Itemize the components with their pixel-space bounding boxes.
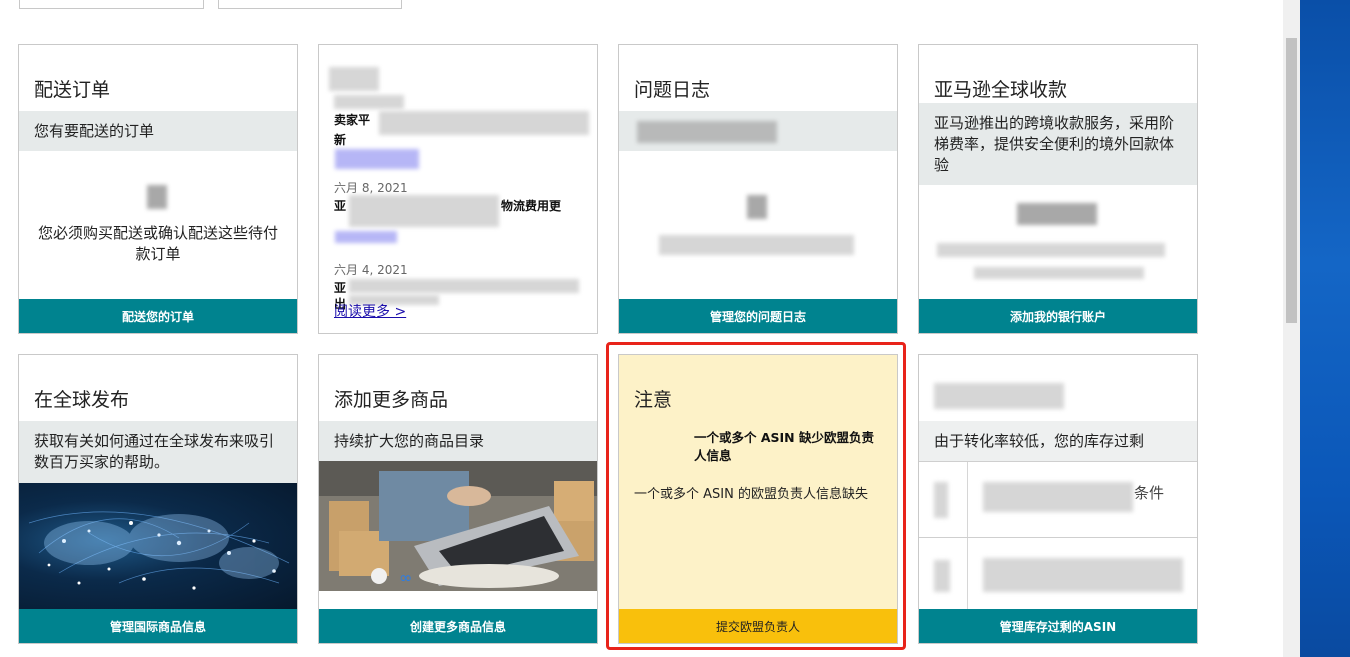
asin-thumbnail-blurred [934,560,950,592]
news-item-2-title-tail[interactable]: 物流费用更 [501,197,561,214]
issue-log-subtitle-blurred [637,121,777,143]
global-payment-card: 亚马逊全球收款 亚马逊推出的跨境收款服务，采用阶梯费率，提供安全便利的境外回款体… [918,44,1198,334]
asin-name-blurred [983,482,1133,512]
ship-orders-button[interactable]: 配送您的订单 [19,299,297,333]
issue-log-card: 问题日志 管理您的问题日志 [618,44,898,334]
card-title: 配送订单 [34,79,111,101]
create-more-listings-button[interactable]: 创建更多商品信息 [319,609,597,643]
issue-count-blurred [747,195,767,219]
news-item-1-title[interactable]: 卖家平 [334,111,370,128]
card-subtitle: 持续扩大您的商品目录 [319,421,597,461]
desktop-background [1300,0,1350,657]
manage-issue-log-button[interactable]: 管理您的问题日志 [619,299,897,333]
card-subtitle-band [619,111,897,151]
news-item-3-blurred [349,279,579,293]
order-count [147,185,167,209]
seller-laptop-graphic [319,461,597,591]
news-card: 卖家平 新 六月 8, 2021 亚 物流费用更 六月 4, 2021 亚 出 … [318,44,598,334]
news-item-2-link[interactable] [335,231,397,243]
news-item-2-blurred [349,195,499,227]
news-item-2-date: 六月 8, 2021 [334,181,408,195]
excess-inventory-title-blurred [934,383,1064,409]
manage-excess-inventory-button[interactable]: 管理库存过剩的ASIN [919,609,1197,643]
inventory-table: 条件 [919,461,1197,612]
news-item-2-title[interactable]: 亚 [334,197,346,214]
seller-workspace-image: ∞ [319,461,597,591]
manage-international-listings-button[interactable]: 管理国际商品信息 [19,609,297,643]
fee-rate-blurred [1017,203,1097,225]
global-selling-card: 在全球发布 获取有关如何通过在全球发布来吸引数百万买家的帮助。 管理国际商品信息 [18,354,298,644]
issue-message-blurred [659,235,854,255]
top-field-right[interactable] [218,0,402,9]
inventory-row[interactable] [919,538,1197,612]
world-network-graphic [28,511,290,590]
news-item-3-title[interactable]: 亚 [334,279,346,296]
page-scrollbar-thumb[interactable] [1286,38,1297,323]
payment-detail-blurred-2 [974,267,1144,279]
link-icon: ∞ [399,568,413,587]
card-title: 问题日志 [634,79,711,101]
row-divider [967,538,968,612]
add-products-card: 添加更多商品 持续扩大您的商品目录 ∞ 创建更多商品信息 [318,354,598,644]
card-subtitle: 您有要配送的订单 [19,111,297,151]
world-map-image [19,483,297,611]
card-subtitle: 亚马逊推出的跨境收款服务，采用阶梯费率，提供安全便利的境外回款体验 [919,103,1197,185]
row-divider [967,462,968,537]
asin-thumbnail-blurred [934,482,948,518]
asin-name-blurred [983,558,1183,592]
highlight-annotation [606,342,906,650]
news-item-1-blurred [379,111,589,135]
asin-name-tail: 条件 [1134,484,1165,502]
news-item-1-link[interactable] [335,149,419,169]
card-subtitle: 由于转化率较低，您的库存过剩 [919,421,1197,461]
top-field-left[interactable] [19,0,204,9]
news-item-3-date: 六月 4, 2021 [334,263,408,277]
card-subtitle: 获取有关如何通过在全球发布来吸引数百万买家的帮助。 [19,421,297,483]
add-bank-account-button[interactable]: 添加我的银行账户 [919,299,1197,333]
card-title: 在全球发布 [34,389,130,411]
ship-orders-card: 配送订单 您有要配送的订单 您必须购买配送或确认配送这些待付款订单 配送您的订单 [18,44,298,334]
card-title: 添加更多商品 [334,389,449,411]
read-more-link[interactable]: 阅读更多 > [334,301,406,321]
news-item-1-title-line2[interactable]: 新 [334,131,346,148]
news-title-blurred [329,67,379,91]
card-title: 亚马逊全球收款 [934,79,1068,101]
news-date-blurred [334,95,404,109]
ship-orders-message: 您必须购买配送或确认配送这些待付款订单 [37,224,278,263]
excess-inventory-card: 由于转化率较低，您的库存过剩 条件 管理库存过剩的ASIN [918,354,1198,644]
payment-detail-blurred-1 [937,243,1165,257]
inventory-row[interactable]: 条件 [919,462,1197,538]
